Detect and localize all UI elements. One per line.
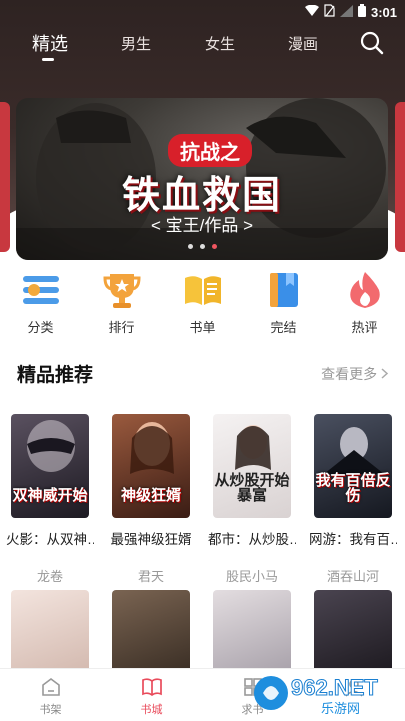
book-title[interactable]: 网游：我有百…: [309, 528, 397, 548]
next-banner-peek[interactable]: [395, 102, 405, 252]
nav-label: 书架: [39, 704, 62, 716]
book-cover[interactable]: 神级狂婿: [112, 414, 190, 518]
book-card[interactable]: 我有百倍反伤 网游：我有百… 酒吞山河: [309, 414, 397, 585]
book-title[interactable]: 最强神级狂婿: [107, 528, 195, 548]
active-tab-indicator: [42, 58, 54, 61]
book-card[interactable]: 从炒股开始暴富 都市：从炒股… 股民小马: [208, 414, 296, 585]
book-title[interactable]: 火影：从双神…: [6, 528, 94, 548]
bookmark-book-icon: [264, 270, 304, 310]
svg-text:962.NET: 962.NET: [291, 675, 378, 700]
flame-icon: [345, 270, 385, 310]
book-title[interactable]: 都市：从炒股…: [208, 528, 296, 548]
see-more-link[interactable]: 查看更多: [321, 364, 389, 384]
cover-title: 神级狂婿: [120, 487, 181, 505]
shortcut-ranking[interactable]: 排行: [81, 270, 162, 340]
top-tab-bar: 精选 男生 女生 漫画: [0, 30, 405, 64]
search-icon[interactable]: [359, 30, 385, 56]
nav-bookshelf[interactable]: 书架: [0, 669, 101, 721]
book-author: 股民小马: [225, 569, 278, 584]
book-card[interactable]: 神级狂婿 最强神级狂婿 君天: [107, 414, 195, 585]
shortcut-label: 完结: [270, 320, 297, 335]
svg-text:乐游网: 乐游网: [321, 702, 360, 717]
cover-title: 从炒股开始暴富: [214, 471, 290, 505]
nav-label: 书城: [140, 704, 163, 716]
see-more-label: 查看更多: [321, 366, 378, 382]
section-title: 精品推荐: [17, 365, 94, 386]
category-icon: [21, 270, 61, 310]
trophy-icon: [102, 270, 142, 310]
book-author: 酒吞山河: [326, 569, 379, 584]
book-cover[interactable]: 双神威开始: [11, 414, 89, 518]
tab-female[interactable]: 女生: [205, 33, 235, 54]
tab-comics[interactable]: 漫画: [288, 33, 318, 54]
shortcut-label: 热评: [351, 320, 378, 335]
cover-title: 双神威开始: [12, 487, 88, 505]
site-watermark: 962.NET 乐游网: [251, 669, 399, 717]
tab-male[interactable]: 男生: [121, 33, 151, 54]
signal-icon: [339, 4, 353, 20]
book-city-icon: [141, 676, 163, 698]
tab-featured[interactable]: 精选: [32, 30, 68, 56]
shortcut-category[interactable]: 分类: [0, 270, 81, 340]
book-cover[interactable]: 从炒股开始暴富: [213, 414, 291, 518]
wifi-icon: [304, 4, 319, 19]
status-bar: 3:01: [0, 0, 405, 24]
book-author: 君天: [137, 569, 164, 584]
clock: 3:01: [370, 4, 397, 20]
book-author: 龙卷: [36, 569, 63, 584]
book-card[interactable]: 双神威开始 火影：从双神… 龙卷: [6, 414, 94, 585]
nav-book-city[interactable]: 书城: [101, 669, 202, 721]
chevron-right-icon: [381, 366, 389, 382]
shortcut-label: 排行: [108, 320, 135, 335]
no-sim-icon: [324, 4, 335, 20]
shortcut-hot-reviews[interactable]: 热评: [324, 270, 405, 340]
previous-banner-peek[interactable]: [0, 102, 10, 252]
banner-author: < 宝王/作品 >: [150, 216, 254, 235]
pager-dot[interactable]: [187, 244, 193, 249]
shortcut-label: 分类: [27, 320, 54, 335]
cover-title: 我有百倍反伤: [315, 471, 391, 505]
promo-banner[interactable]: 抗战之 铁血救国 < 宝王/作品 >: [16, 98, 388, 260]
banner-pager: [16, 244, 388, 249]
shortcut-completed[interactable]: 完结: [243, 270, 324, 340]
open-book-icon: [183, 270, 223, 310]
shelf-icon: [40, 676, 62, 698]
shortcut-label: 书单: [189, 320, 216, 335]
shortcut-booklist[interactable]: 书单: [162, 270, 243, 340]
book-cover[interactable]: 我有百倍反伤: [314, 414, 392, 518]
pager-dot[interactable]: [199, 244, 205, 249]
battery-icon: [357, 4, 366, 20]
banner-badge: 抗战之: [168, 134, 252, 167]
pager-dot-active[interactable]: [211, 244, 217, 249]
watermark-logo: 962.NET 乐游网: [254, 675, 379, 717]
category-shortcuts: 分类 排行 书单 完结 热评: [0, 270, 405, 340]
